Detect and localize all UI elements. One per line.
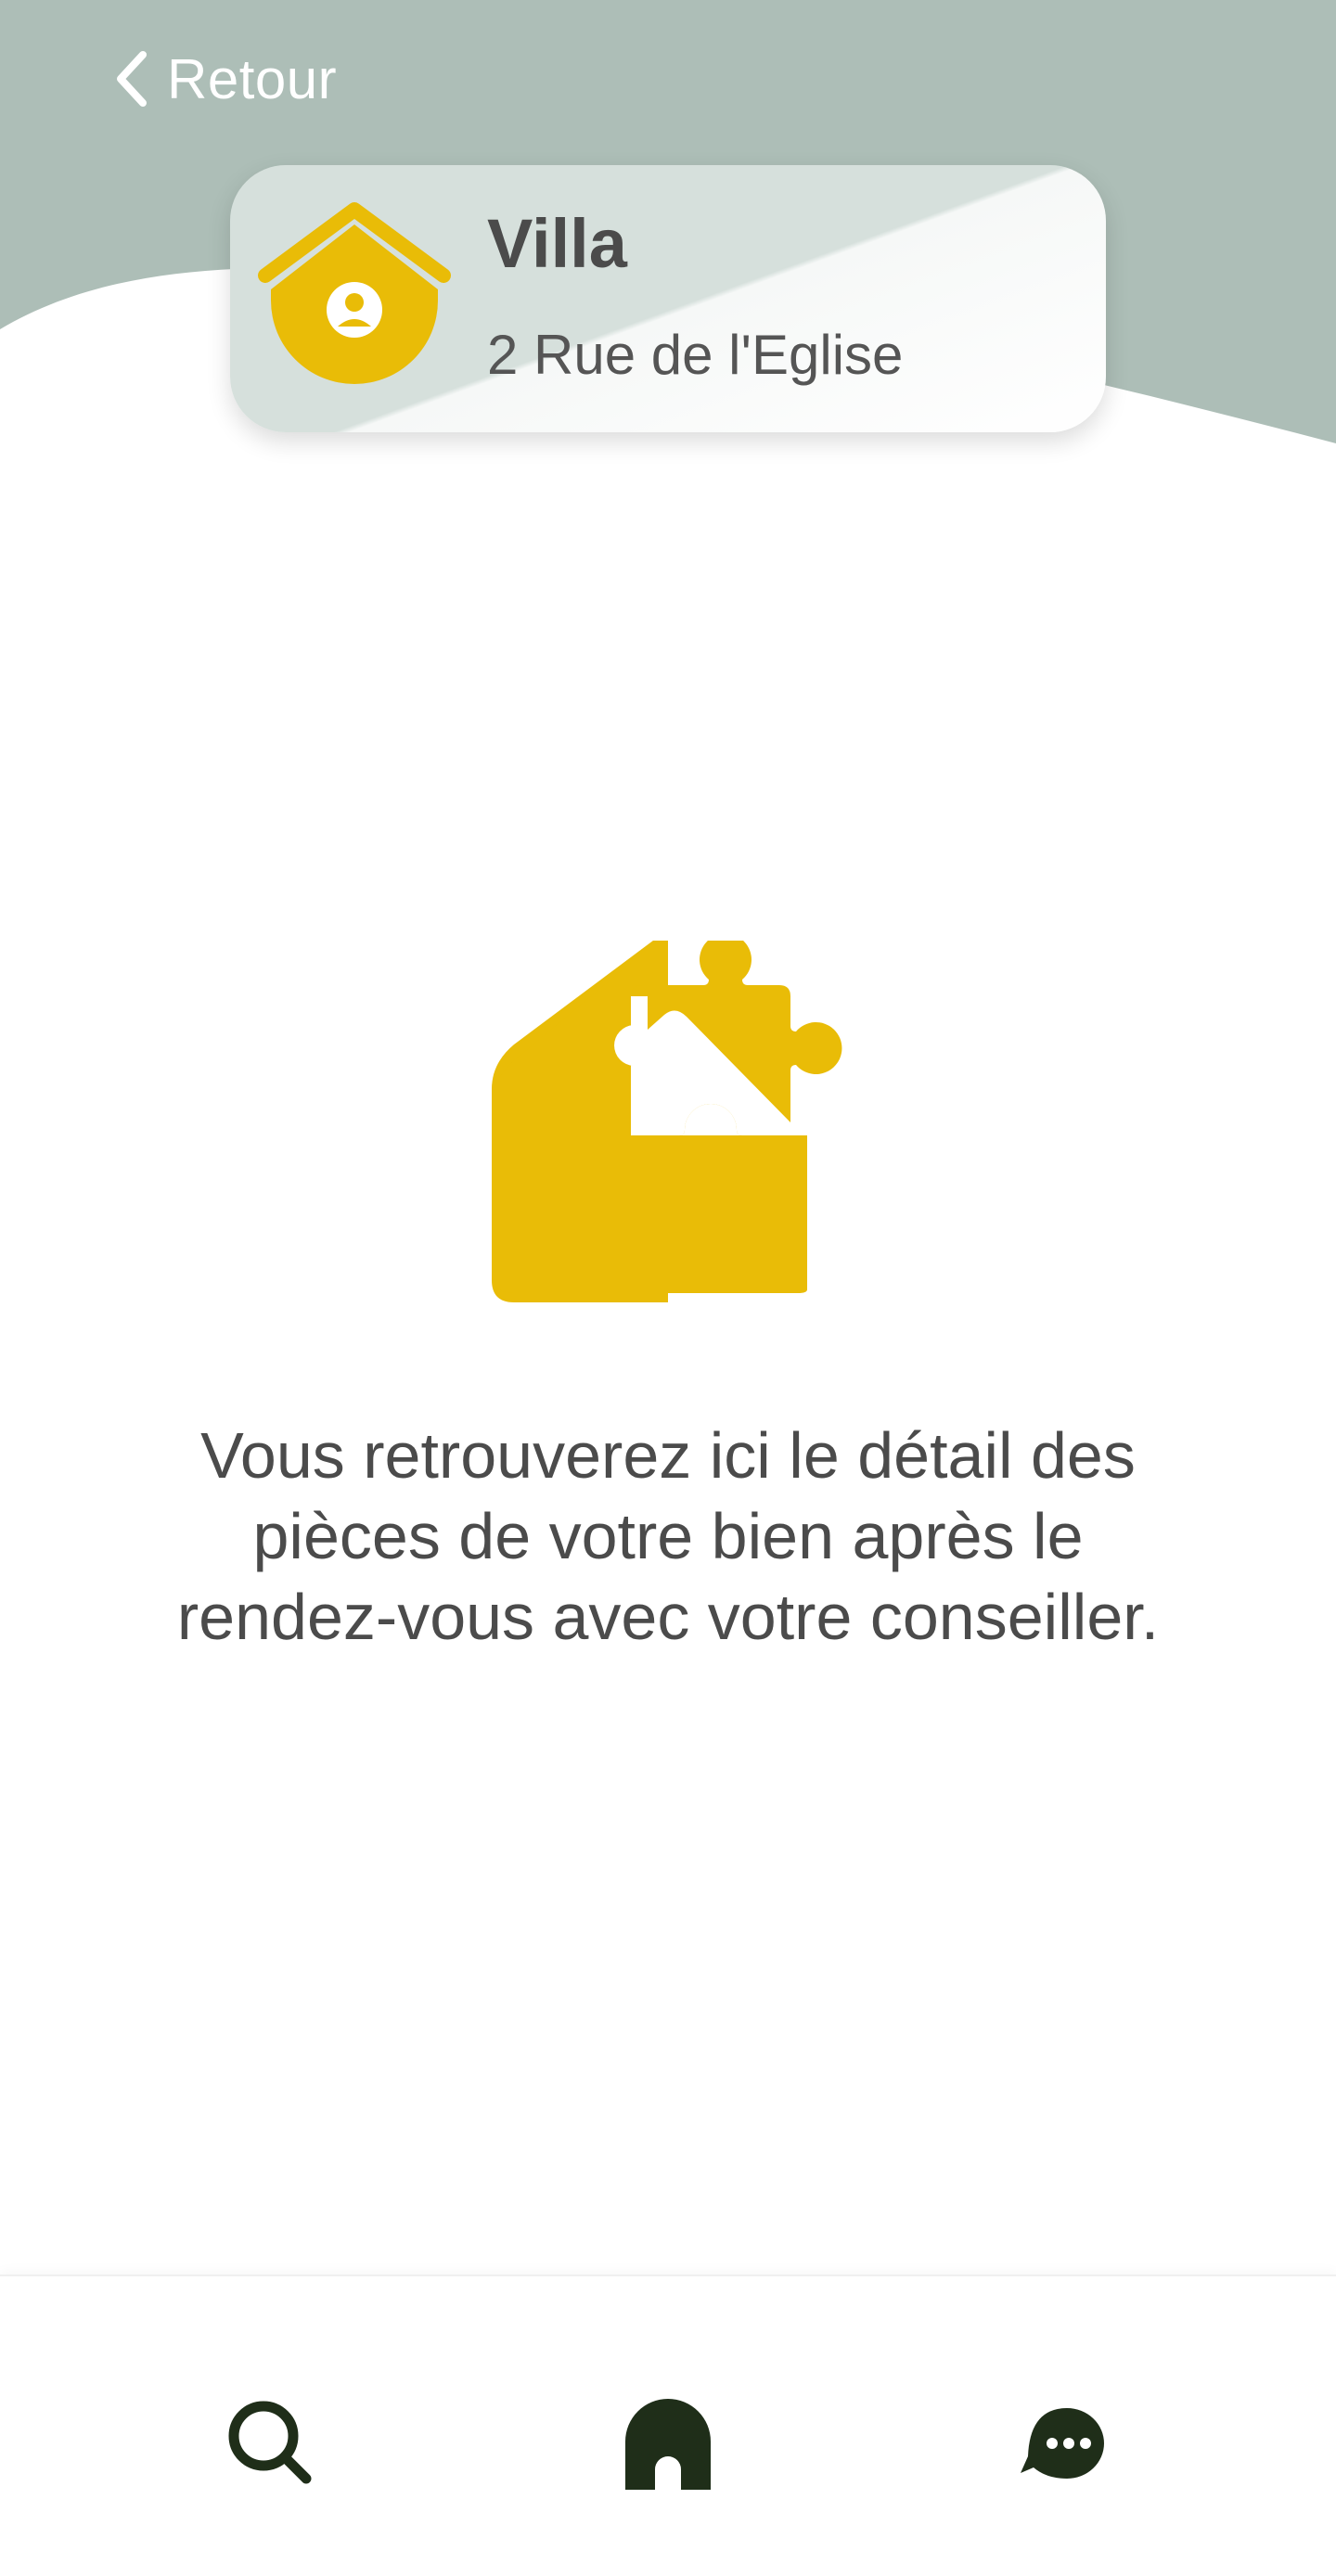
house-user-icon [258, 202, 451, 384]
nav-home[interactable] [603, 2388, 733, 2499]
search-icon [228, 2401, 312, 2484]
back-label: Retour [167, 47, 338, 110]
bottom-navigation [0, 2275, 1336, 2576]
nav-chat[interactable] [1000, 2388, 1130, 2499]
chat-icon [1021, 2408, 1104, 2479]
chevron-left-icon [117, 51, 147, 107]
home-icon [625, 2399, 711, 2490]
nav-search[interactable] [206, 2388, 336, 2499]
property-title: Villa [487, 205, 627, 282]
empty-state-message: Vous retrouverez ici le détail des pièce… [176, 1419, 1160, 1653]
house-puzzle-icon [492, 941, 842, 1302]
property-address: 2 Rue de l'Eglise [487, 324, 904, 386]
property-card[interactable]: Villa 2 Rue de l'Eglise [230, 165, 1106, 432]
back-button[interactable]: Retour [111, 37, 337, 121]
